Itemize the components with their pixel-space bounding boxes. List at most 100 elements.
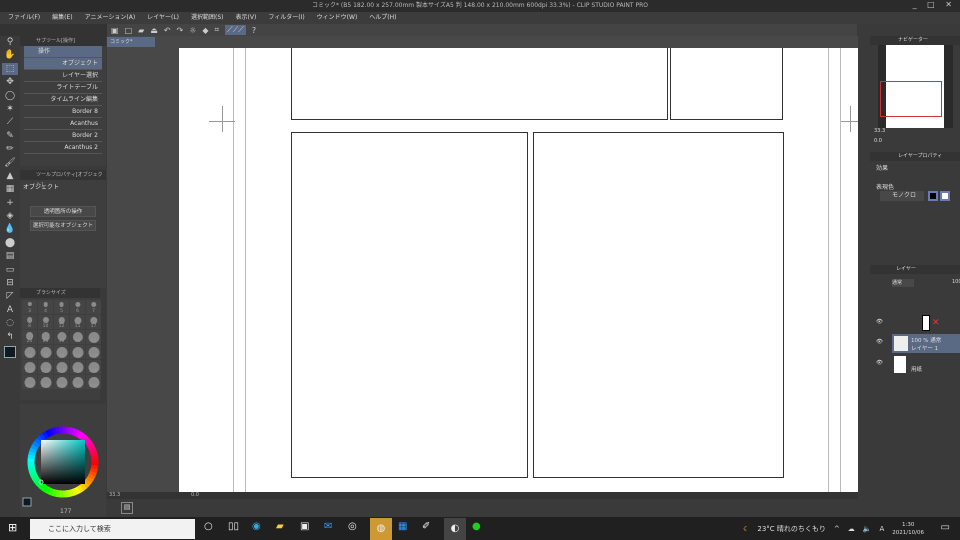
layer-property-tab[interactable]: レイヤープロパティ (870, 152, 960, 161)
gradient-icon[interactable]: ▤ (6, 250, 15, 262)
new-icon[interactable]: □ (125, 26, 133, 35)
clip-studio-paint-icon[interactable]: ◐ (444, 518, 466, 540)
app-icon[interactable]: ◍ (370, 518, 392, 540)
zoom-value[interactable]: 33.3 (109, 492, 120, 498)
brush-size-cell[interactable]: 4 (38, 300, 53, 314)
zoom-icon[interactable]: ⚲ (7, 36, 14, 48)
onedrive-icon[interactable]: ☁ (848, 525, 855, 533)
volume-icon[interactable]: 🔈 (863, 525, 872, 533)
menu-edit[interactable]: 編集(E) (52, 12, 72, 24)
brush-size-cell[interactable]: 500 (38, 375, 53, 389)
clip-studio-icon[interactable]: ✐ (422, 521, 430, 532)
pen-icon[interactable]: ✎ (6, 130, 14, 142)
window-controls[interactable]: _ □ ✕ (913, 0, 956, 9)
brush-size-cell[interactable]: 150 (22, 360, 37, 374)
eyedropper-icon[interactable]: ⟋ (7, 116, 13, 128)
mail-icon[interactable]: ✉ (324, 521, 332, 532)
clear-icon[interactable]: ☼ (189, 26, 196, 35)
navigator-zoom[interactable]: 33.3 (874, 128, 885, 134)
brush-size-cell[interactable]: 120 (86, 345, 101, 359)
airbrush-icon[interactable]: ▲ (7, 170, 14, 182)
fill-bucket-icon[interactable]: ⬤ (5, 237, 15, 249)
brush-size-cell[interactable]: 17 (86, 315, 101, 329)
color-black-swatch[interactable] (928, 191, 938, 201)
brush-size-cell[interactable]: 5 (54, 300, 69, 314)
navigator-preview[interactable] (878, 45, 953, 128)
vertical-scrollbar[interactable] (858, 36, 870, 492)
tray-chevron-icon[interactable]: ^ (834, 525, 840, 533)
eye-icon[interactable]: 👁 (876, 360, 883, 366)
color-swatch-main[interactable] (4, 345, 16, 358)
brush-size-cell[interactable]: 25 (38, 330, 53, 344)
brush-size-cell[interactable]: 20 (22, 330, 37, 344)
subtool-item[interactable]: Border 2 (24, 130, 102, 142)
menu-selection[interactable]: 選択範囲(S) (191, 12, 224, 24)
brush-size-cell[interactable]: 7 (86, 300, 101, 314)
undo-icon[interactable]: ↶ (164, 26, 171, 35)
canvas-page[interactable] (179, 48, 858, 492)
task-view-icon[interactable]: ▯▯ (228, 521, 239, 532)
document-tab[interactable]: コミック* (107, 37, 155, 47)
brush-size-cell[interactable]: 250 (70, 360, 85, 374)
open-icon[interactable]: ▰ (138, 26, 144, 35)
pencil-icon[interactable]: ✏ (6, 143, 14, 155)
frame-icon[interactable]: ▭ (6, 264, 15, 276)
brush-size-cell[interactable]: 3 (22, 300, 37, 314)
brush-size-cell[interactable]: 6 (70, 300, 85, 314)
brush-size-cell[interactable]: 50 (86, 330, 101, 344)
fill-icon[interactable]: ◆ (202, 26, 208, 35)
weather-text[interactable]: 23°C 晴れのちくもり (757, 524, 826, 534)
navigator-tab[interactable]: ナビゲーター (870, 36, 960, 45)
layer-row-selected[interactable]: 👁 100 % 通常 レイヤー 1 (876, 334, 960, 353)
sparkle-icon[interactable]: + (6, 197, 14, 209)
cortana-icon[interactable]: ○ (204, 521, 213, 532)
transform-icon[interactable]: ⌗ (215, 25, 220, 35)
mask-icon[interactable]: ✕ (932, 318, 940, 328)
snap-icon[interactable]: ⟋⟋⟋ (225, 25, 246, 35)
store-icon[interactable]: ▣ (300, 521, 309, 532)
edge-icon[interactable]: ◉ (252, 521, 261, 532)
hand-icon[interactable]: ✋ (4, 49, 15, 61)
subtool-item[interactable]: オブジェクト (24, 58, 102, 70)
brush-size-cell[interactable]: 70 (38, 345, 53, 359)
home-icon[interactable]: ▣ (111, 26, 119, 35)
subtool-item[interactable]: ライトテーブル (24, 82, 102, 94)
redo-icon[interactable]: ↷ (177, 26, 184, 35)
brush-size-cell[interactable]: 60 (22, 345, 37, 359)
line-icon[interactable]: ● (472, 521, 481, 532)
layer-row-frame[interactable]: 👁 ✕ (876, 314, 960, 333)
ruler-icon[interactable]: ⊟ (6, 277, 14, 289)
clock[interactable]: 1:30 2021/10/06 (892, 521, 924, 537)
wand-icon[interactable]: ✶ (6, 103, 14, 115)
eye-icon[interactable]: 👁 (876, 339, 883, 345)
subtool-item[interactable]: タイムライン編集 (24, 94, 102, 106)
chrome-icon[interactable]: ◎ (348, 521, 357, 532)
brush-icon[interactable]: 🖌 (4, 157, 15, 169)
layer-row-paper[interactable]: 👁 用紙 (876, 355, 960, 374)
brush-size-cell[interactable]: 300 (86, 360, 101, 374)
menu-animation[interactable]: アニメーション(A) (85, 12, 136, 24)
brush-size-cell[interactable]: 100 (70, 345, 85, 359)
brush-size-cell[interactable]: 10 (38, 315, 53, 329)
explorer-icon[interactable]: ▰ (276, 521, 284, 532)
help-icon[interactable]: ? (252, 26, 256, 35)
selection-icon[interactable]: ◯ (5, 90, 15, 102)
color-white-swatch[interactable] (940, 191, 950, 201)
decoration-icon[interactable]: ▦ (6, 183, 15, 195)
brush-size-cell[interactable]: 200 (54, 360, 69, 374)
subtool-item[interactable]: Acanthus 2 (24, 142, 102, 154)
brush-size-cell[interactable]: 30 (54, 330, 69, 344)
selectable-object-dropdown[interactable]: 選択可能なオブジェクト (30, 220, 96, 231)
brush-size-cell[interactable]: 40 (70, 330, 85, 344)
figure-icon[interactable]: ◸ (7, 290, 14, 302)
menu-help[interactable]: ヘルプ(H) (369, 12, 396, 24)
brush-size-cell[interactable]: 800 (86, 375, 101, 389)
balloon-icon[interactable]: ◌ (6, 317, 14, 329)
brush-size-cell[interactable]: 8 (22, 315, 37, 329)
subtool-group[interactable]: 操作 (24, 46, 102, 58)
move-icon[interactable]: ✥ (6, 76, 14, 88)
text-icon[interactable]: A (7, 304, 13, 316)
menu-layer[interactable]: レイヤー(L) (147, 12, 179, 24)
comic-frame[interactable] (291, 132, 528, 478)
save-icon[interactable]: ⏏ (150, 26, 158, 35)
